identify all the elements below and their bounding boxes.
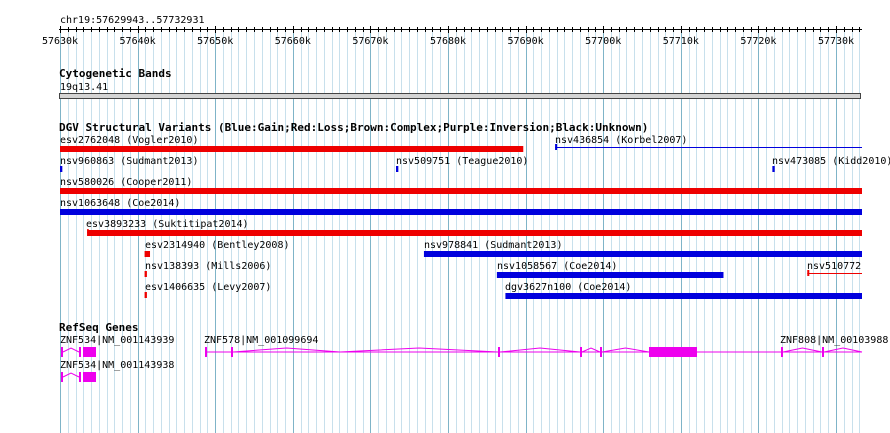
sv-feature-label[interactable]: nsv138393 (Mills2006) xyxy=(145,261,271,272)
gene-label-znf808[interactable]: ZNF808|NM_00103988 xyxy=(780,335,888,346)
gene-exon[interactable] xyxy=(231,347,233,357)
gene-exon[interactable] xyxy=(83,347,96,357)
dgv-track-title[interactable]: DGV Structural Variants (Blue:Gain;Red:L… xyxy=(59,122,648,134)
sv-feature-label[interactable]: nsv436854 (Korbel2007) xyxy=(555,135,687,146)
gene-exon[interactable] xyxy=(822,347,824,357)
gene-exon[interactable] xyxy=(205,347,207,357)
gene-exon[interactable] xyxy=(79,372,81,382)
sv-feature-label[interactable]: nsv1058567 (Coe2014) xyxy=(497,261,617,272)
gene-intron xyxy=(782,347,823,353)
gene-intron xyxy=(232,347,341,353)
region-label: chr19:57629943..57732931 xyxy=(60,15,205,26)
gene-exon[interactable] xyxy=(600,347,602,357)
sv-feature-label[interactable]: nsv510772 xyxy=(807,261,861,272)
gene-exon[interactable] xyxy=(498,347,500,357)
genome-browser-panel: 57630k 57640k 57650k 57660k 57670k 57680k 5769… xyxy=(0,0,890,433)
cytoband-track-title[interactable]: Cytogenetic Bands xyxy=(59,68,172,80)
sv-feature-label[interactable]: nsv473085 (Kidd2010) xyxy=(772,156,890,167)
gene-exon[interactable] xyxy=(79,347,81,357)
gene-exon[interactable] xyxy=(83,372,96,382)
sv-feature-label[interactable]: nsv978841 (Sudmant2013) xyxy=(424,240,562,251)
gene-intron xyxy=(62,372,80,378)
gene-intron xyxy=(581,347,601,353)
cytoband-label: 19q13.41 xyxy=(60,82,109,93)
gene-exon[interactable] xyxy=(61,347,63,357)
sv-feature-label[interactable]: dgv3627n100 (Coe2014) xyxy=(505,282,631,293)
sv-feature-label[interactable]: esv2314940 (Bentley2008) xyxy=(145,240,290,251)
sv-feature-label[interactable]: nsv1063648 (Coe2014) xyxy=(60,198,180,209)
gene-intron xyxy=(339,347,499,353)
gene-exon[interactable] xyxy=(781,347,783,357)
sv-feature-label[interactable]: nsv580026 (Cooper2011) xyxy=(60,177,192,188)
gene-intron xyxy=(62,347,80,353)
refseq-track-title[interactable]: RefSeq Genes xyxy=(59,322,138,334)
sv-feature-label[interactable]: nsv960863 (Sudmant2013) xyxy=(60,156,198,167)
gene-intron xyxy=(601,347,650,353)
sv-feature-label[interactable]: nsv509751 (Teague2010) xyxy=(396,156,528,167)
gene-label-znf534-939[interactable]: ZNF534|NM_001143939 xyxy=(60,335,174,346)
gene-label-znf534-938[interactable]: ZNF534|NM_001143938 xyxy=(60,360,174,371)
sv-feature-label[interactable]: esv3893233 (Suktitipat2014) xyxy=(86,219,249,230)
gene-exon[interactable] xyxy=(580,347,582,357)
sv-feature-label[interactable]: esv1406635 (Levy2007) xyxy=(145,282,271,293)
gene-intron xyxy=(499,347,581,353)
sv-feature-label[interactable]: esv2762048 (Vogler2010) xyxy=(60,135,198,146)
cytoband-bar[interactable] xyxy=(59,93,861,99)
gene-intron xyxy=(823,347,863,353)
gene-exon[interactable] xyxy=(61,372,63,382)
gene-exon[interactable] xyxy=(649,347,697,357)
gene-label-znf578[interactable]: ZNF578|NM_001099694 xyxy=(204,335,318,346)
